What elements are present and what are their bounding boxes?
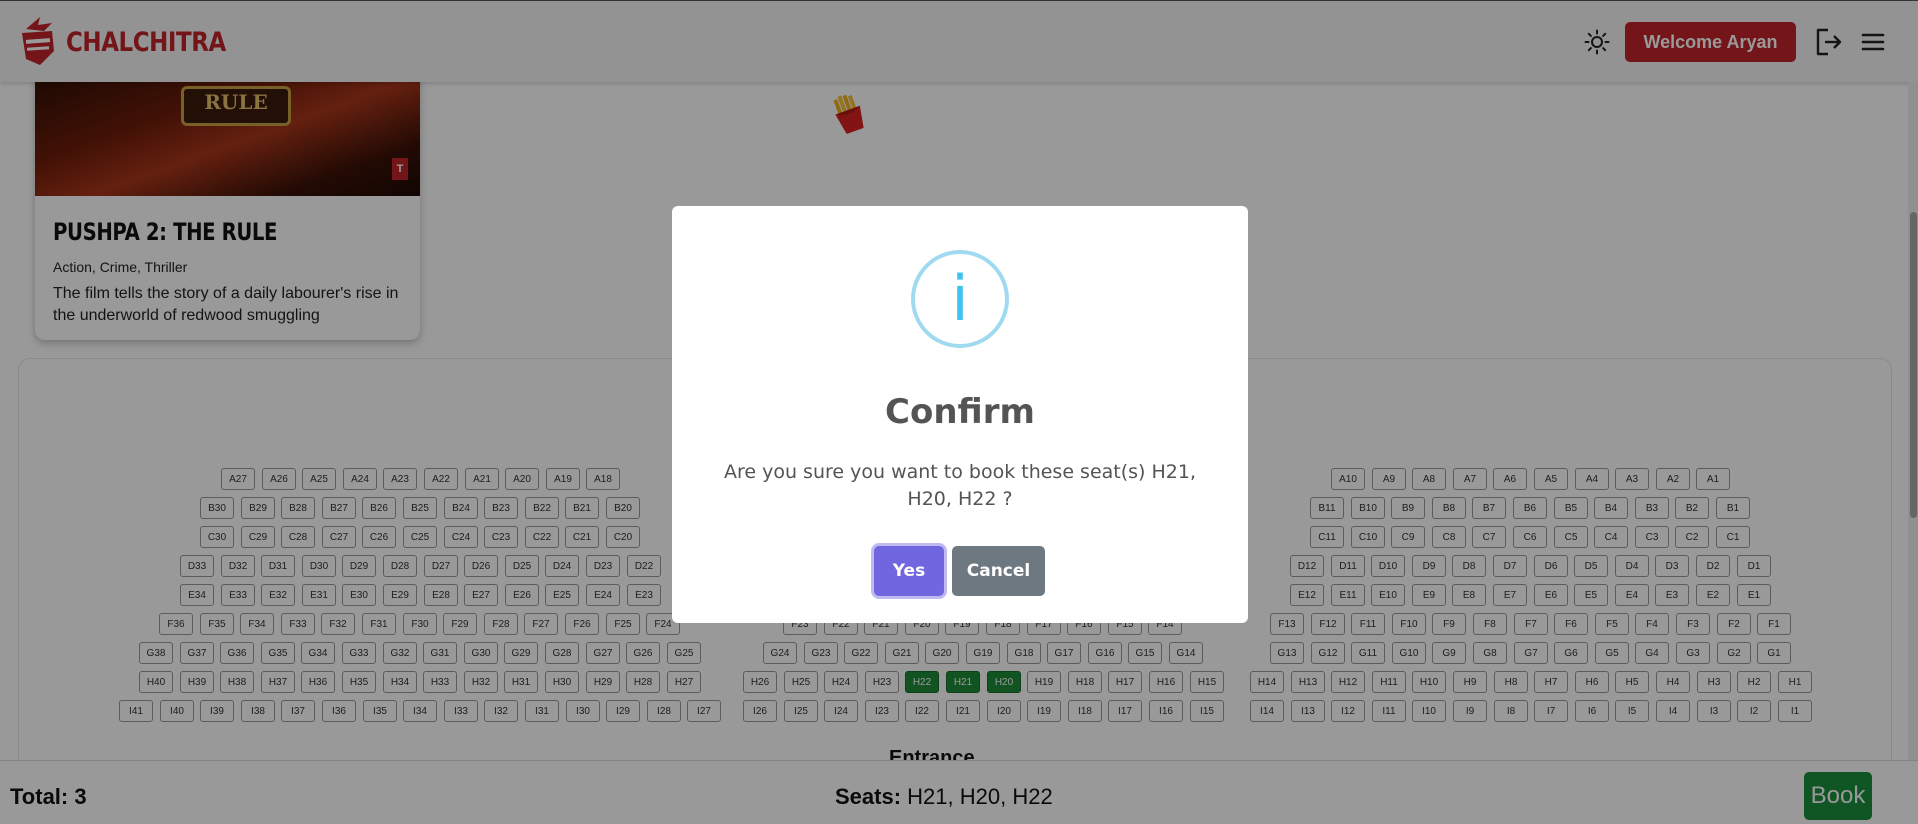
confirm-dialog: i Confirm Are you sure you want to book … (672, 206, 1248, 623)
confirm-cancel-button[interactable]: Cancel (952, 546, 1045, 596)
info-icon: i (911, 250, 1009, 348)
dialog-message: Are you sure you want to book these seat… (723, 461, 1197, 510)
confirm-yes-button[interactable]: Yes (874, 546, 944, 596)
dialog-title: Confirm (885, 392, 1035, 432)
